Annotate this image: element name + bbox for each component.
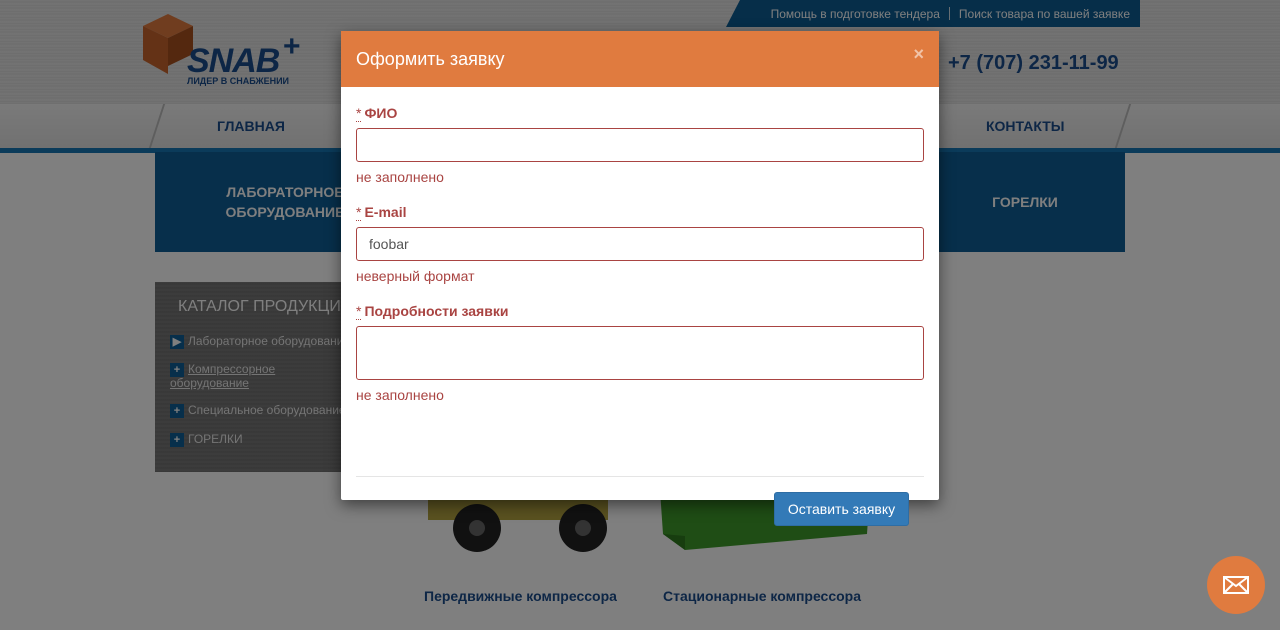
required-marker: * [356, 105, 362, 122]
details-field[interactable] [356, 326, 924, 380]
details-label-text: Подробности заявки [364, 303, 509, 319]
email-label: * E-mail [356, 204, 407, 221]
required-marker: * [356, 204, 362, 221]
email-field[interactable] [356, 227, 924, 261]
envelope-icon [1223, 576, 1249, 594]
request-modal: Оформить заявку × * ФИО не заполнено * E-m… [341, 31, 939, 526]
fio-label-text: ФИО [364, 105, 398, 121]
details-error: не заполнено [356, 387, 444, 403]
submit-request-button[interactable]: Оставить заявку [774, 492, 909, 526]
required-marker: * [356, 303, 362, 320]
fio-error: не заполнено [356, 169, 444, 185]
email-label-text: E-mail [364, 204, 407, 220]
mail-fab-button[interactable] [1207, 556, 1265, 614]
fio-label: * ФИО [356, 105, 398, 122]
modal-footer-divider [356, 476, 924, 477]
email-error: неверный формат [356, 268, 475, 284]
details-label: * Подробности заявки [356, 303, 509, 320]
close-icon[interactable]: × [913, 45, 924, 63]
modal-header: Оформить заявку × [341, 31, 939, 87]
fio-field[interactable] [356, 128, 924, 162]
modal-title: Оформить заявку [356, 49, 505, 69]
